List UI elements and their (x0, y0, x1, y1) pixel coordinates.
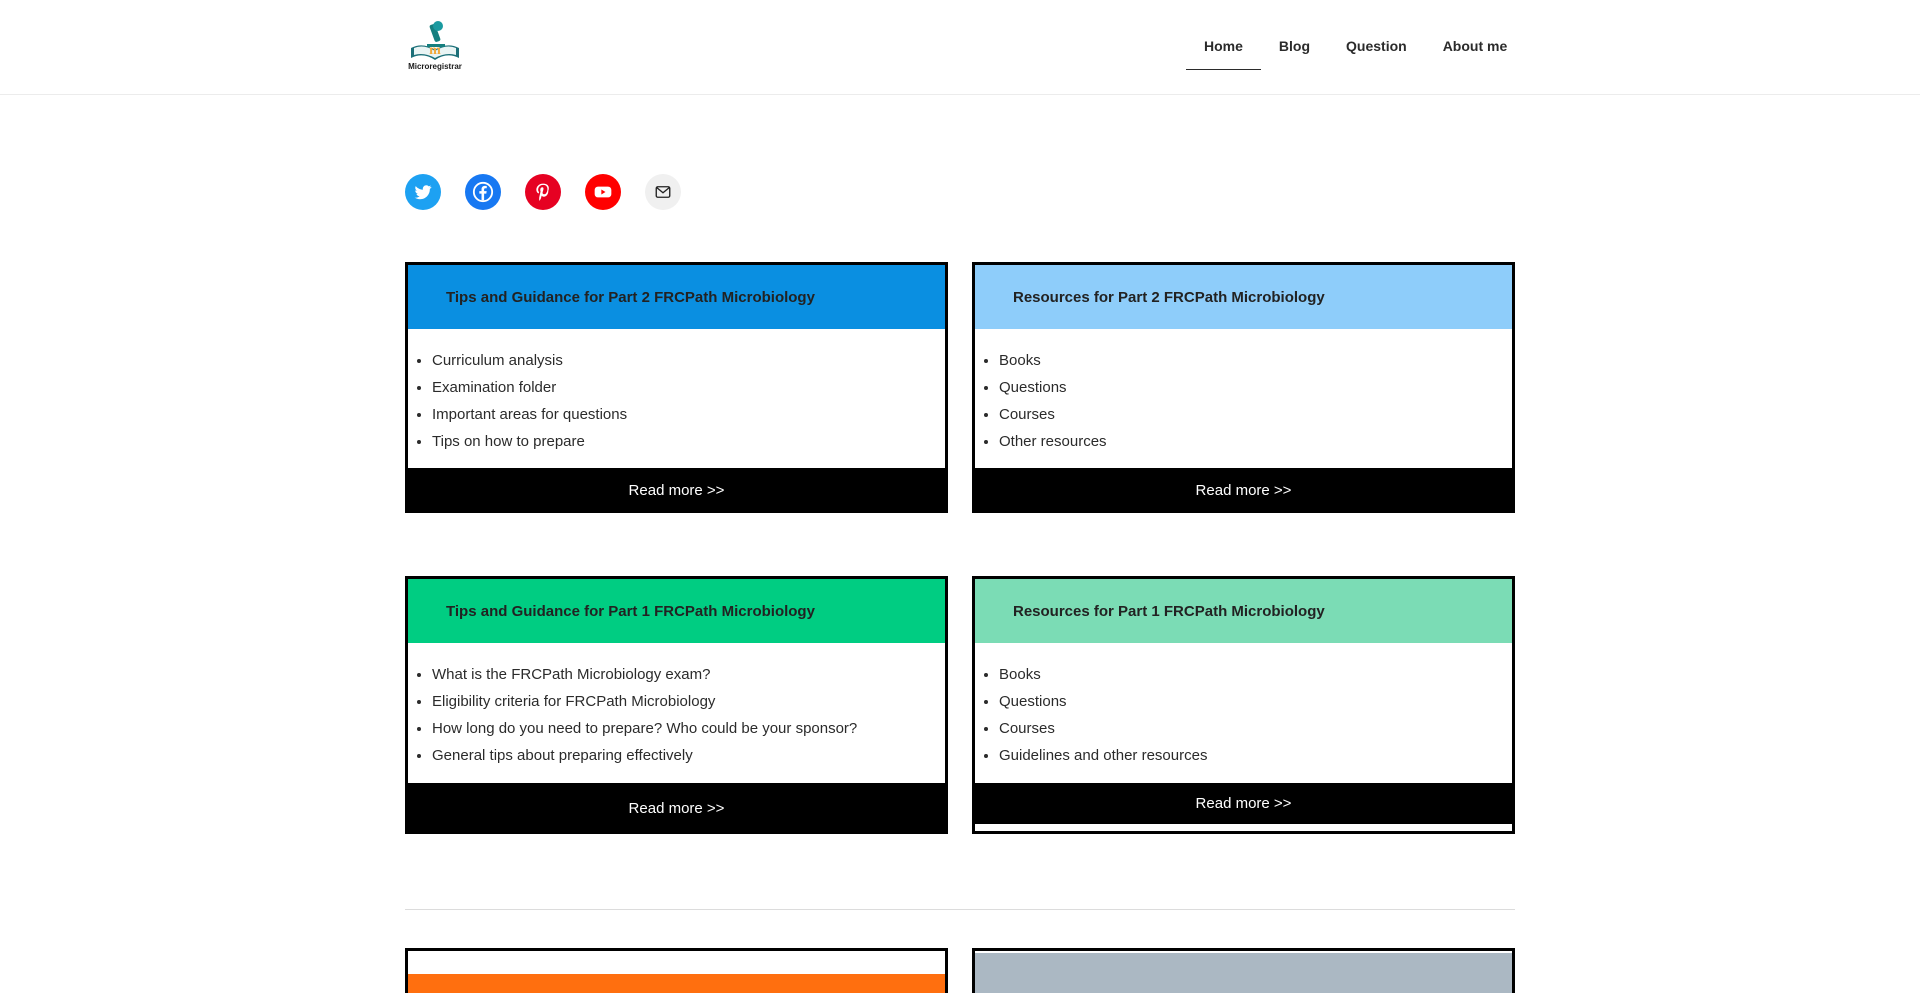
microscope-book-icon: m (411, 21, 459, 60)
card-partial-right (972, 948, 1515, 993)
card-resources-part2: Resources for Part 2 FRCPath Microbiolog… (972, 262, 1515, 513)
card-partial-left (405, 948, 948, 993)
card-header: Tips and Guidance for Part 1 FRCPath Mic… (408, 579, 945, 643)
card-title: Resources for Part 1 FRCPath Microbiolog… (1013, 602, 1325, 620)
youtube-icon (594, 186, 612, 198)
twitter-link[interactable] (405, 174, 441, 210)
list-item: What is the FRCPath Microbiology exam? (432, 661, 945, 688)
youtube-link[interactable] (585, 174, 621, 210)
list-item: Questions (999, 374, 1512, 401)
card-list: Books Questions Courses Guidelines and o… (975, 643, 1512, 769)
list-item: Questions (999, 688, 1512, 715)
list-item: Other resources (999, 428, 1512, 455)
card-header: Resources for Part 1 FRCPath Microbiolog… (975, 579, 1512, 643)
card-list: Books Questions Courses Other resources (975, 329, 1512, 455)
list-item: Eligibility criteria for FRCPath Microbi… (432, 688, 945, 715)
card-title: Tips and Guidance for Part 1 FRCPath Mic… (446, 602, 815, 620)
logo-text: Microregistrar (408, 62, 462, 71)
read-more-button[interactable]: Read more >> (975, 468, 1512, 513)
mail-icon (655, 186, 671, 198)
read-more-button[interactable]: Read more >> (408, 468, 945, 513)
twitter-icon (414, 185, 432, 200)
card-header: Tips and Guidance for Part 2 FRCPath Mic… (408, 265, 945, 329)
mail-link[interactable] (645, 174, 681, 210)
read-more-button[interactable]: Read more >> (408, 783, 945, 834)
list-item: Books (999, 661, 1512, 688)
site-logo[interactable]: m Microregistrar (405, 18, 465, 76)
pinterest-link[interactable] (525, 174, 561, 210)
card-list: Curriculum analysis Examination folder I… (408, 329, 945, 455)
list-item: Books (999, 347, 1512, 374)
list-item: Tips on how to prepare (432, 428, 945, 455)
nav-question[interactable]: Question (1328, 36, 1425, 70)
card-title: Resources for Part 2 FRCPath Microbiolog… (1013, 288, 1325, 306)
list-item: Guidelines and other resources (999, 742, 1512, 769)
read-more-button[interactable]: Read more >> (975, 783, 1512, 824)
card-header (975, 953, 1512, 993)
facebook-icon (472, 181, 494, 203)
card-header: Resources for Part 2 FRCPath Microbiolog… (975, 265, 1512, 329)
main-nav: Home Blog Question About me (1186, 36, 1525, 70)
list-item: Examination folder (432, 374, 945, 401)
card-tips-part2: Tips and Guidance for Part 2 FRCPath Mic… (405, 262, 948, 513)
section-divider (405, 909, 1515, 910)
nav-about-me[interactable]: About me (1425, 36, 1526, 70)
social-links (405, 174, 681, 210)
card-resources-part1: Resources for Part 1 FRCPath Microbiolog… (972, 576, 1515, 834)
nav-blog[interactable]: Blog (1261, 36, 1328, 70)
card-tips-part1: Tips and Guidance for Part 1 FRCPath Mic… (405, 576, 948, 834)
facebook-link[interactable] (465, 174, 501, 210)
pinterest-icon (536, 183, 549, 201)
card-list: What is the FRCPath Microbiology exam? E… (408, 643, 945, 769)
list-item: Courses (999, 401, 1512, 428)
site-header: m Microregistrar Home Blog Question Abou… (0, 0, 1920, 95)
card-header (408, 974, 945, 993)
svg-text:m: m (429, 43, 441, 58)
list-item: Courses (999, 715, 1512, 742)
card-title: Tips and Guidance for Part 2 FRCPath Mic… (446, 288, 815, 306)
list-item: How long do you need to prepare? Who cou… (432, 715, 945, 742)
nav-home[interactable]: Home (1186, 36, 1261, 70)
list-item: Curriculum analysis (432, 347, 945, 374)
list-item: Important areas for questions (432, 401, 945, 428)
list-item: General tips about preparing effectively (432, 742, 945, 769)
